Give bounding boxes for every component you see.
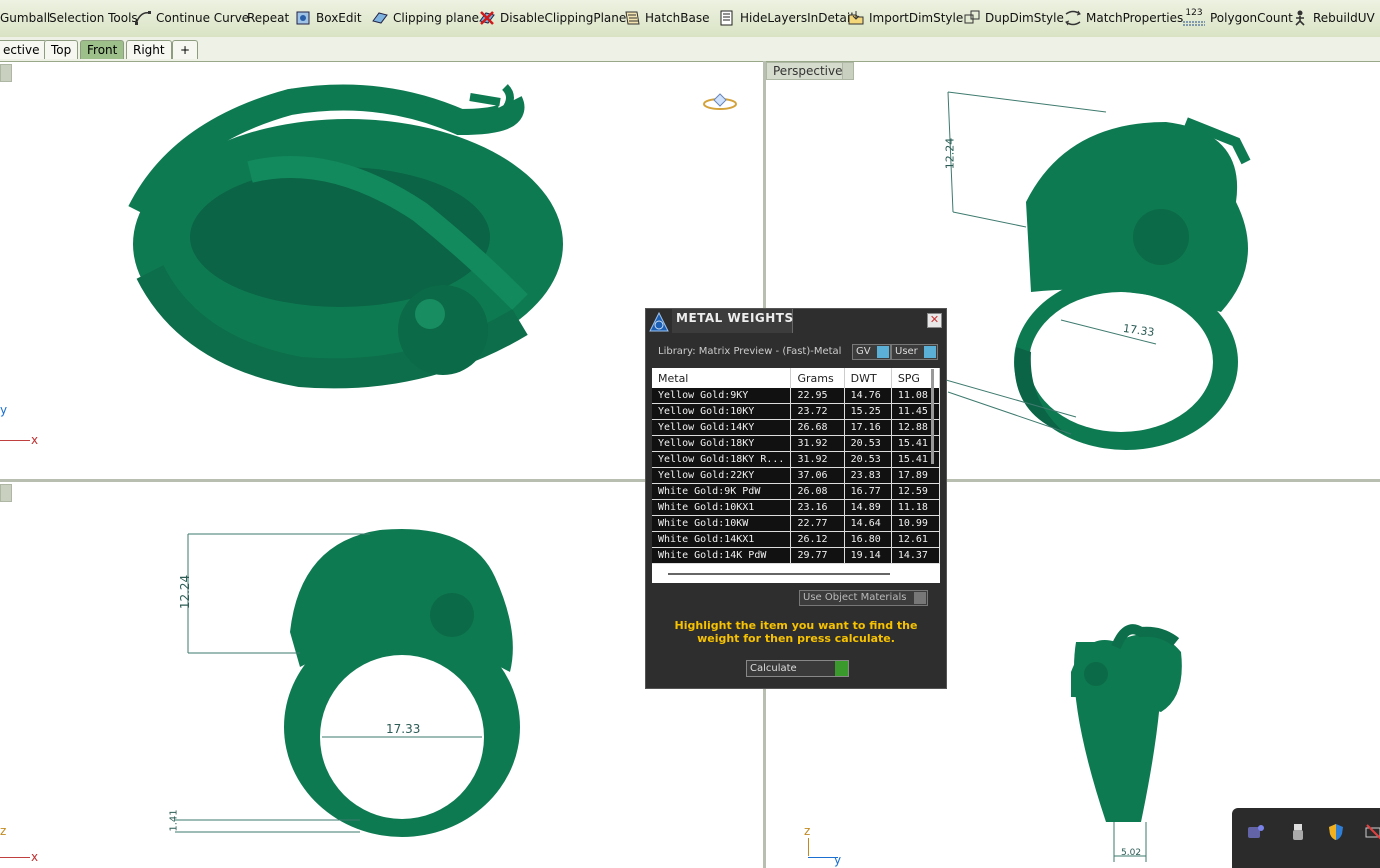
box-edit-button[interactable]: BoxEdit (294, 9, 362, 27)
dimension-height: 12.24 (943, 137, 957, 170)
calculate-select[interactable]: Calculate (746, 660, 849, 677)
table-row[interactable]: Yellow Gold:18KY 31.92 20.53 15.41 (652, 435, 940, 452)
table-row[interactable]: Yellow Gold:9KY 22.95 14.76 11.08 (652, 388, 940, 404)
disable-clipping-icon (479, 11, 495, 25)
axis-x-line (0, 440, 30, 441)
import-dim-style-button[interactable]: ImportDimStyle (847, 9, 963, 27)
play-icon[interactable] (835, 661, 848, 676)
hide-layers-in-detail-button[interactable]: HideLayersInDetail (718, 9, 854, 27)
table-row[interactable]: Yellow Gold:18KY R... 31.92 20.53 15.41 (652, 451, 940, 468)
hide-layers-icon (720, 10, 733, 26)
dimension-diameter: 17.33 (386, 722, 421, 736)
rebuild-uv-button[interactable]: RebuildUV (1291, 9, 1375, 27)
table-row[interactable]: Yellow Gold:14KY 26.68 17.16 12.88 (652, 419, 940, 436)
chevron-down-icon (914, 592, 926, 604)
table-row[interactable]: White Gold:9K PdW 26.08 16.77 12.59 (652, 483, 940, 500)
clipping-plane-button[interactable]: Clipping plane (371, 9, 479, 27)
rebuild-uv-icon (1295, 10, 1305, 26)
add-tab-button[interactable]: + (172, 40, 198, 59)
tab-front[interactable]: Front (80, 40, 125, 59)
match-properties-button[interactable]: MatchProperties (1064, 9, 1183, 27)
selection-tools-button[interactable]: Selection Tools (49, 9, 138, 27)
matrix-logo-icon (649, 311, 669, 332)
teams-icon[interactable] (1246, 822, 1266, 842)
dialog-title: METAL WEIGHTS (676, 311, 794, 325)
match-properties-icon (1065, 10, 1081, 26)
column-header-dwt[interactable]: DWT (844, 368, 892, 388)
axis-x-label: x (31, 433, 39, 447)
axis-x-label: x (31, 850, 39, 864)
axis-y-label: y (0, 403, 8, 417)
clipping-plane-icon (372, 12, 388, 24)
hatch-base-button[interactable]: HatchBase (623, 9, 710, 27)
axis-z-label: z (0, 824, 7, 838)
taskbar (1232, 808, 1380, 868)
tab-perspective[interactable]: ective (0, 40, 47, 59)
column-header-grams[interactable]: Grams (790, 368, 845, 388)
axis-x-line (0, 857, 30, 858)
metal-weights-table: Metal Grams DWT SPG Yellow Gold:9KY 22.95… (652, 368, 940, 583)
table-scrollbar-horizontal[interactable] (668, 573, 890, 575)
unit-select[interactable]: GV (852, 344, 891, 360)
instruction-message: Highlight the item you want to find the … (674, 619, 918, 645)
box-edit-icon (296, 11, 310, 25)
continue-curve-button[interactable]: Continue Curve (134, 9, 249, 27)
dup-dim-style-button[interactable]: DupDimStyle (963, 9, 1064, 27)
polygon-count-icon: 123 (1182, 9, 1206, 27)
dimension-band: 1.41 (168, 809, 180, 832)
command-toolbar: Gumball Selection Tools Continue Curve R… (0, 0, 1380, 38)
table-scrollbar-vertical[interactable] (931, 369, 934, 464)
table-row[interactable]: White Gold:10KX1 23.16 14.89 11.18 (652, 499, 940, 516)
column-header-metal[interactable]: Metal (652, 368, 792, 388)
curve-icon (135, 11, 151, 25)
usb-drive-icon[interactable] (1288, 822, 1308, 842)
tab-right[interactable]: Right (126, 40, 172, 59)
metal-weights-dialog: METAL WEIGHTS ✕ Library: Matrix Preview … (645, 308, 947, 689)
user-select[interactable]: User (891, 344, 938, 360)
materials-select[interactable]: Use Object Materials (799, 590, 928, 606)
hatch-icon (625, 11, 640, 25)
table-row[interactable]: Yellow Gold:10KY 23.72 15.25 11.45 (652, 403, 940, 420)
gumball-button[interactable]: Gumball (0, 9, 50, 27)
tab-top[interactable]: Top (44, 40, 79, 59)
chevron-down-icon (877, 346, 889, 358)
diamond-ring-icon (703, 93, 737, 110)
import-dim-icon (848, 11, 864, 25)
close-button[interactable]: ✕ (927, 313, 942, 328)
disable-clipping-plane-button[interactable]: DisableClippingPlane (478, 9, 626, 27)
network-icon[interactable] (1364, 822, 1380, 842)
table-row[interactable]: White Gold:14K PdW 29.77 19.14 14.37 (652, 547, 940, 564)
dimension-height: 12.24 (178, 574, 193, 610)
chevron-down-icon (924, 346, 936, 358)
viewport-tab-bar: ective Top Front Right + (0, 37, 1380, 62)
repeat-button[interactable]: Repeat (247, 9, 289, 27)
library-label: Library: Matrix Preview - (Fast)-Metal (658, 346, 842, 357)
table-row[interactable]: White Gold:14KX1 26.12 16.80 12.61 (652, 531, 940, 548)
axis-y-label: y (834, 853, 842, 867)
dup-dim-icon (964, 10, 980, 24)
axis-z-line (808, 838, 809, 856)
axis-z-label: z (804, 824, 811, 838)
dimension-width: 5.02 (1121, 848, 1142, 858)
table-row[interactable]: Yellow Gold:22KY 37.06 23.83 17.89 (652, 467, 940, 484)
table-row[interactable]: White Gold:10KW 22.77 14.64 10.99 (652, 515, 940, 532)
security-shield-icon[interactable] (1326, 822, 1346, 842)
polygon-count-button[interactable]: 123 PolygonCount (1182, 9, 1293, 27)
